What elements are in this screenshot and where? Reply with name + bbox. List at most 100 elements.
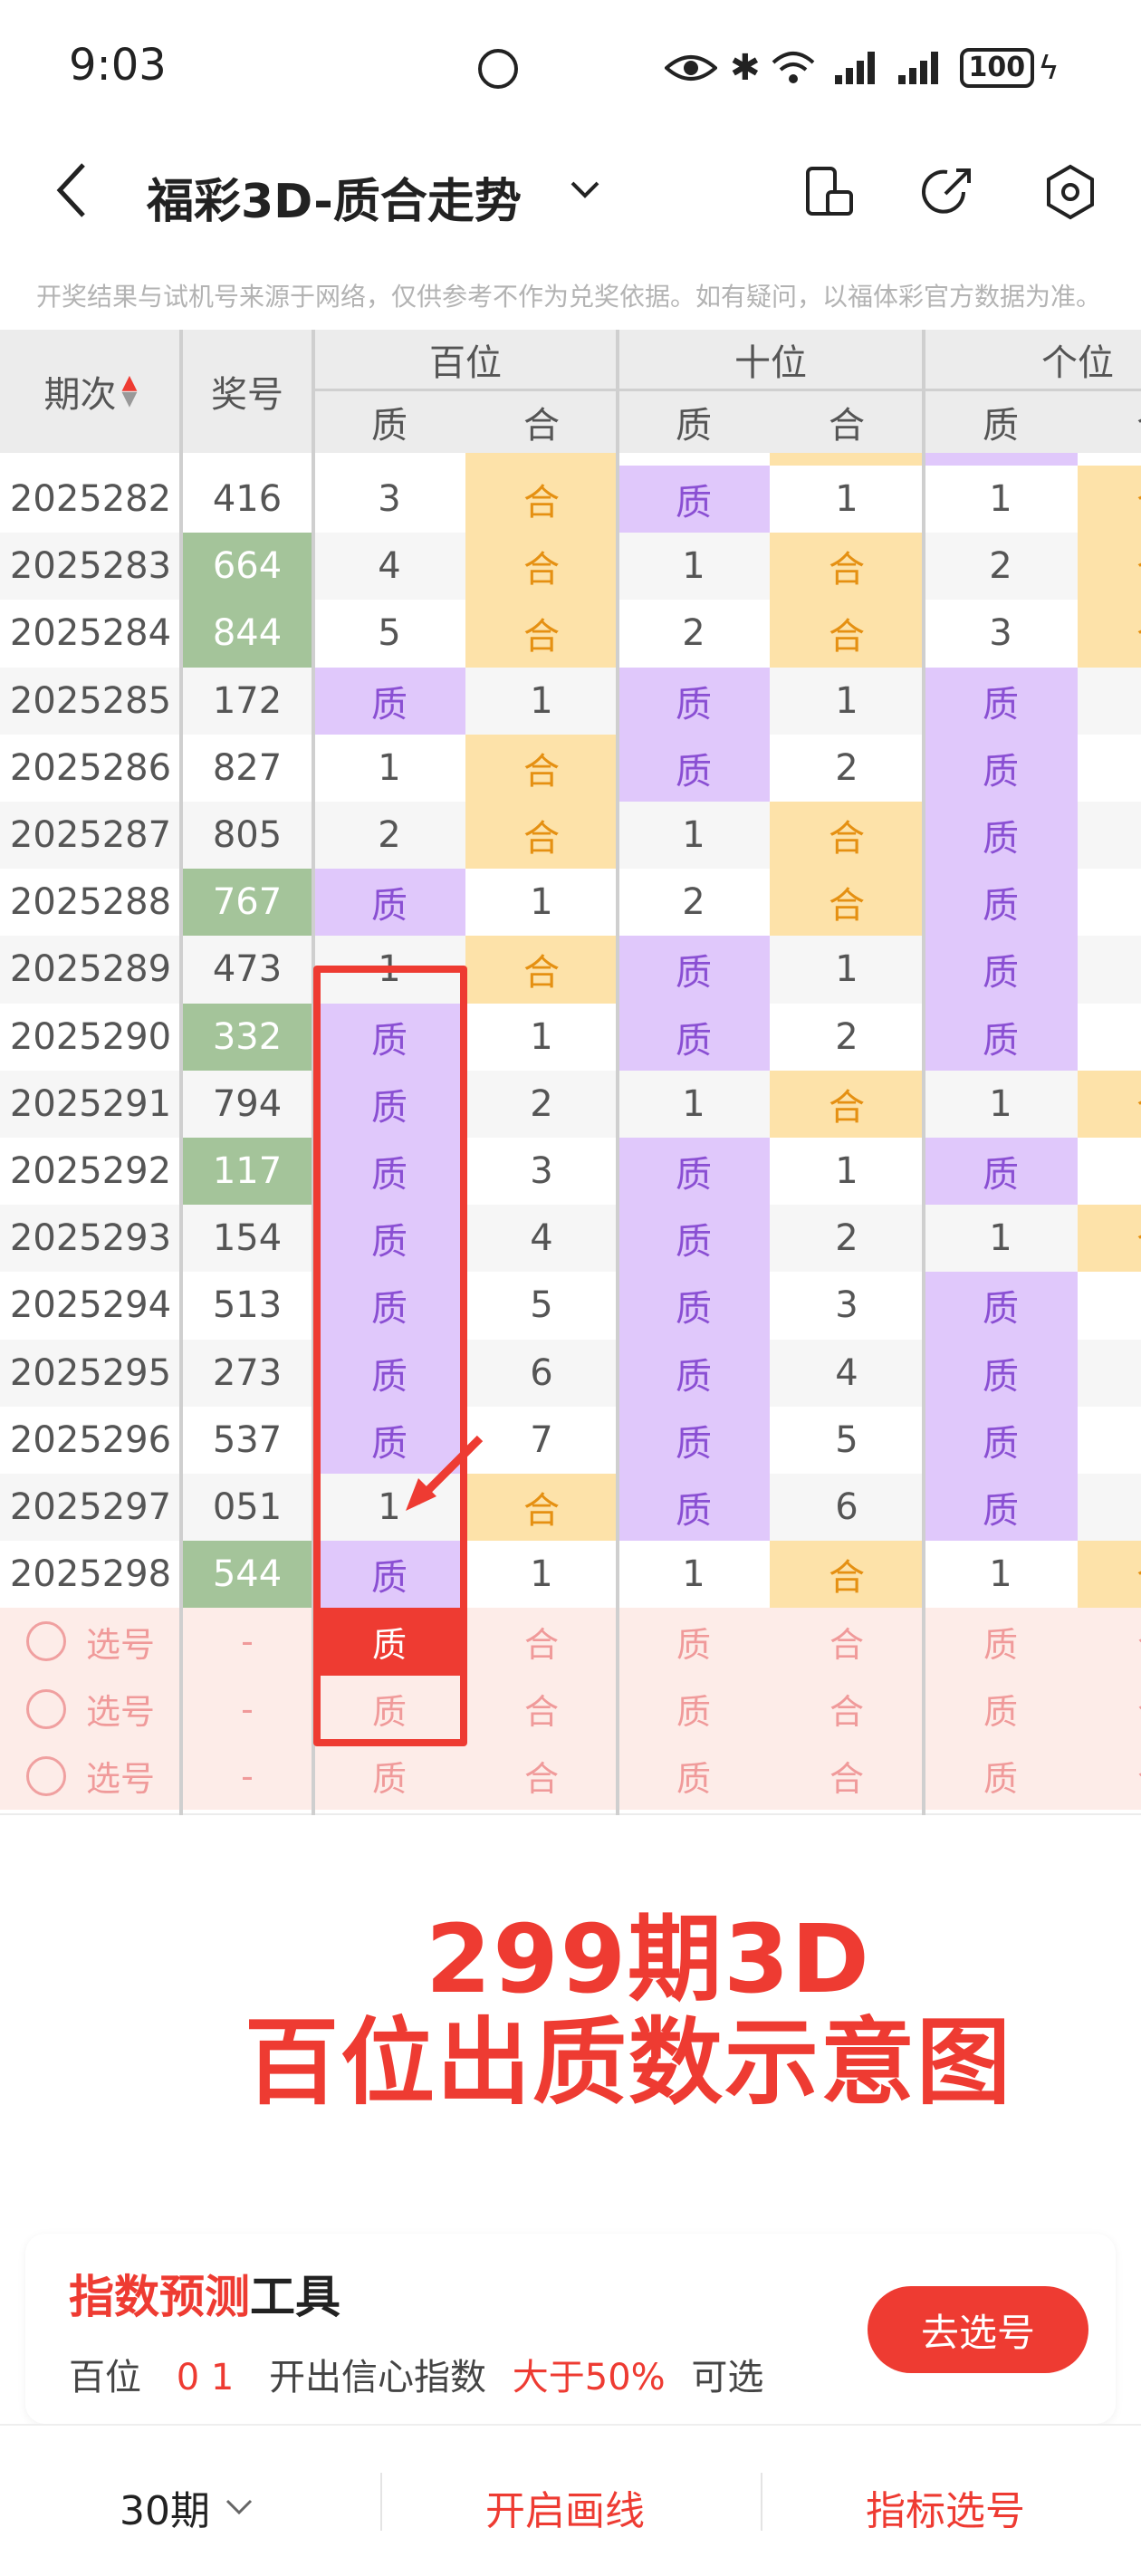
- select-cell[interactable]: 合: [1078, 1742, 1141, 1810]
- footer-dash: -: [0, 1813, 181, 1815]
- select-row-label[interactable]: 选号: [0, 1608, 181, 1676]
- trend-cell: 2: [770, 1205, 924, 1273]
- select-cell[interactable]: 质: [924, 1675, 1078, 1743]
- go-select-button[interactable]: 去选号: [868, 2286, 1088, 2373]
- row-number: 172: [181, 667, 313, 735]
- trend-cell: 1: [465, 1003, 618, 1071]
- select-row-dash: -: [181, 1742, 313, 1810]
- trend-cell: 合: [1078, 466, 1141, 533]
- signal-icon-2: [897, 52, 938, 84]
- select-row-label[interactable]: 选号: [0, 1675, 181, 1743]
- row-period: 2025292: [0, 1138, 181, 1206]
- select-cell[interactable]: 合: [1078, 1608, 1141, 1676]
- highlight-box: [313, 966, 467, 1746]
- radio-icon[interactable]: [25, 1688, 66, 1729]
- trend-cell: [1078, 1339, 1141, 1407]
- card-tail: 可选: [691, 2357, 764, 2398]
- row-number: 416: [181, 466, 313, 533]
- row-period: 2025291: [0, 1070, 181, 1138]
- select-cell[interactable]: 合: [465, 1675, 618, 1743]
- select-cell[interactable]: 质: [618, 1675, 770, 1743]
- select-cell[interactable]: 质: [313, 1742, 465, 1810]
- column-header-period[interactable]: 期次 ▲ ▼: [0, 330, 181, 453]
- select-cell[interactable]: 合: [1078, 1675, 1141, 1743]
- trend-cell: [1078, 667, 1141, 735]
- trend-cell: 1: [618, 1541, 770, 1609]
- trend-cell: 合: [465, 533, 618, 601]
- trend-cell: [1078, 802, 1141, 870]
- select-cell[interactable]: 合: [770, 1608, 924, 1676]
- trend-cell: 5: [465, 1272, 618, 1340]
- trend-cell: 质: [618, 936, 770, 1004]
- trend-cell: 1: [618, 533, 770, 601]
- trend-cell: 3: [313, 466, 465, 533]
- row-period: 2025287: [0, 802, 181, 870]
- trend-cell: 2: [618, 869, 770, 937]
- settings-icon[interactable]: [1043, 163, 1098, 221]
- row-period: 2025289: [0, 936, 181, 1004]
- trend-cell: 1: [618, 802, 770, 870]
- share-icon[interactable]: [920, 165, 974, 219]
- select-cell[interactable]: 质: [618, 1608, 770, 1676]
- indicator-select-button[interactable]: 指标选号: [866, 2478, 1025, 2536]
- signal-icon: [834, 52, 875, 84]
- column-divider: [922, 330, 925, 1815]
- trend-cell: 1: [618, 1070, 770, 1138]
- trend-cell: 1: [770, 667, 924, 735]
- trend-cell: [1078, 869, 1141, 937]
- trend-cell: 合: [1078, 600, 1141, 668]
- select-cell[interactable]: 质: [618, 1742, 770, 1810]
- radio-icon[interactable]: [25, 1621, 66, 1662]
- select-cell[interactable]: 合: [465, 1742, 618, 1810]
- trend-cell: 1: [313, 734, 465, 802]
- row-period: 2025285: [0, 667, 181, 735]
- row-number: 664: [181, 533, 313, 601]
- phone-rotate-icon[interactable]: [804, 165, 855, 219]
- trend-cell: [1078, 936, 1141, 1004]
- column-sub-header: 合: [770, 391, 924, 453]
- trend-cell: [1078, 1406, 1141, 1474]
- select-row-label[interactable]: 选号: [0, 1742, 181, 1810]
- select-cell[interactable]: 质: [924, 1608, 1078, 1676]
- select-cell[interactable]: 质: [924, 1742, 1078, 1810]
- trend-cell: 质: [924, 1138, 1078, 1206]
- trend-cell: 5: [313, 600, 465, 668]
- battery-icon: 100: [959, 48, 1035, 88]
- row-period: 2025294: [0, 1272, 181, 1340]
- draw-line-button[interactable]: 开启画线: [485, 2478, 645, 2536]
- trend-cell: 质: [618, 667, 770, 735]
- row-number: 513: [181, 1272, 313, 1340]
- trend-cell: 1: [924, 1070, 1078, 1138]
- select-cell[interactable]: 合: [770, 1675, 924, 1743]
- trend-cell: 质: [313, 869, 465, 937]
- select-row-text: 选号: [85, 1759, 155, 1800]
- trend-cell: 合: [770, 533, 924, 601]
- partial-row-cell: [1078, 453, 1141, 466]
- trend-cell: 质: [618, 1205, 770, 1273]
- trend-cell: 1: [924, 1541, 1078, 1609]
- trend-cell: 合: [465, 936, 618, 1004]
- card-pos: 百位: [69, 2357, 141, 2398]
- row-number: 794: [181, 1070, 313, 1138]
- trend-cell: 2: [770, 734, 924, 802]
- column-divider: [616, 330, 619, 1815]
- overlay-title-line2: 百位出质数示意图: [244, 2007, 1013, 2118]
- trend-cell: 2: [465, 1070, 618, 1138]
- arrow-annotation: [406, 1435, 484, 1511]
- select-cell[interactable]: 合: [770, 1742, 924, 1810]
- column-group-1: 十位: [618, 330, 924, 391]
- trend-cell: 合: [1078, 1541, 1141, 1609]
- back-icon[interactable]: [54, 161, 91, 219]
- partial-row-cell: [618, 453, 770, 466]
- select-cell[interactable]: 合: [465, 1608, 618, 1676]
- chevron-down-icon[interactable]: [569, 179, 601, 201]
- row-number: 537: [181, 1406, 313, 1474]
- radio-icon[interactable]: [25, 1755, 66, 1796]
- trend-cell: 合: [465, 600, 618, 668]
- trend-cell: 质: [618, 1474, 770, 1542]
- sort-icon[interactable]: ▲ ▼: [122, 373, 138, 409]
- period-selector[interactable]: 30期: [120, 2478, 254, 2536]
- row-period: 2025290: [0, 1003, 181, 1071]
- footer-group-0: 百位: [313, 1813, 618, 1815]
- row-period: 2025295: [0, 1339, 181, 1407]
